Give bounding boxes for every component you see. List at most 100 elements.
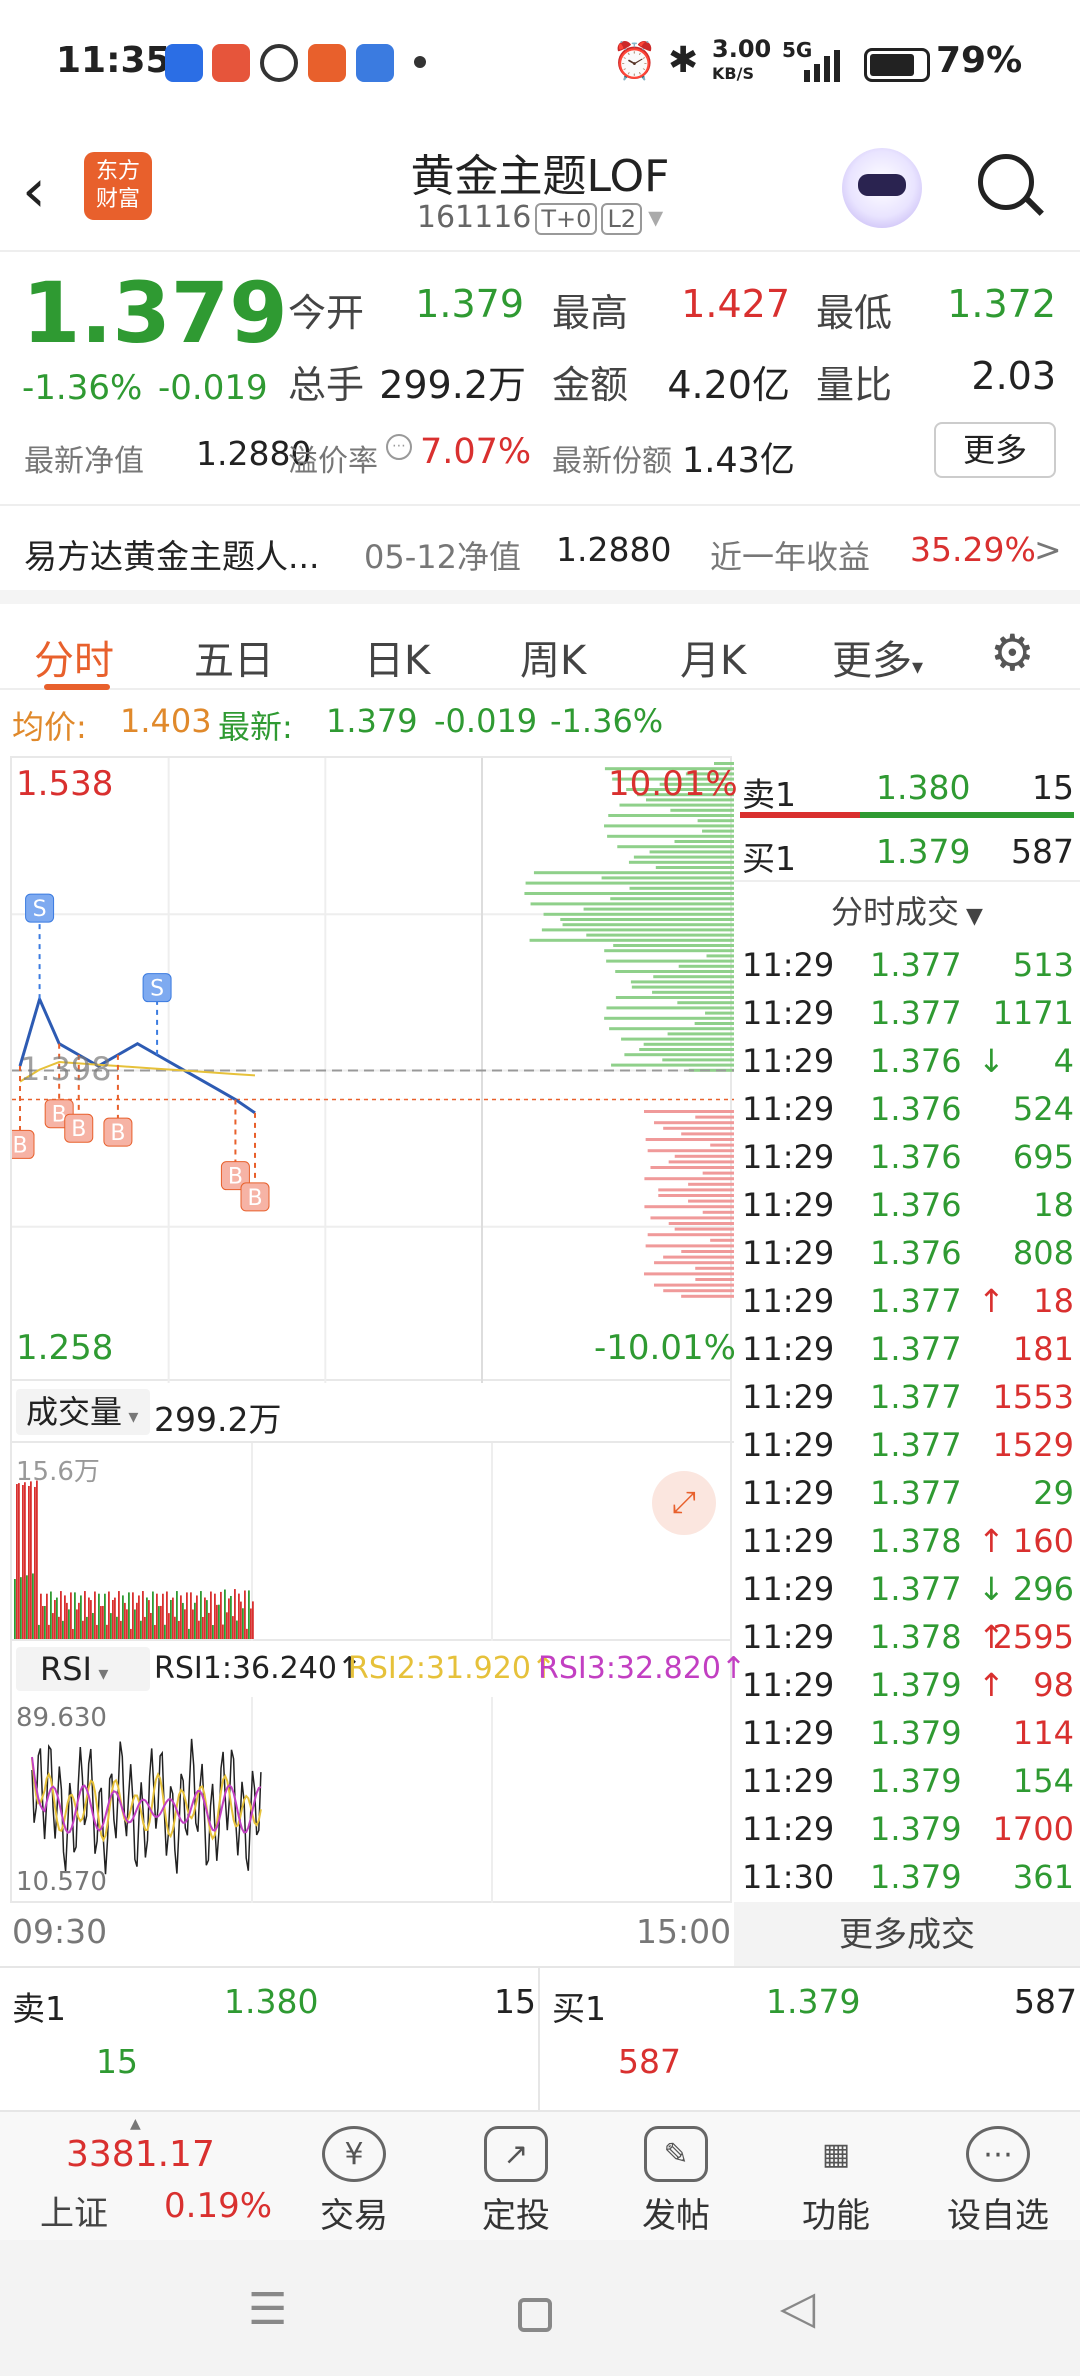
depth-bar xyxy=(662,1058,734,1062)
volume-bar xyxy=(120,1620,122,1639)
depth-bar xyxy=(607,834,734,838)
tick-direction-icon: ↓ xyxy=(978,1570,1005,1608)
tick-price: 1.376 xyxy=(870,1234,962,1272)
volume-bar xyxy=(200,1591,202,1639)
volume-bar xyxy=(82,1620,84,1639)
depth-bar xyxy=(663,1289,734,1293)
volume-bar xyxy=(238,1593,240,1639)
tick-row: 11:29 1.377 181 xyxy=(734,1324,1080,1372)
pct-max-label: 10.01% xyxy=(608,764,738,804)
y-min-label: 1.258 xyxy=(16,1328,114,1368)
depth-bar xyxy=(529,938,734,942)
tab-more[interactable]: 更多▾ xyxy=(832,628,923,686)
depth-bar xyxy=(678,964,734,968)
volume-bar xyxy=(164,1624,166,1639)
back-nav-icon[interactable]: ◁ xyxy=(780,2280,815,2334)
premium-label: 溢价率 xyxy=(288,444,378,479)
tab-day-k[interactable]: 日K xyxy=(364,628,430,686)
nav-invest[interactable]: ↗ 定投 xyxy=(436,2112,596,2237)
volume-bar xyxy=(172,1597,174,1639)
depth-bar xyxy=(681,1294,734,1298)
depth-bar xyxy=(644,1205,734,1209)
tick-volume: 1700 xyxy=(992,1810,1074,1848)
volume-bar xyxy=(206,1600,208,1639)
home-icon[interactable] xyxy=(518,2298,552,2332)
volume-bar xyxy=(244,1590,246,1639)
tick-row: 11:29 1.376 ↓ 4 xyxy=(734,1036,1080,1084)
expand-icon[interactable]: ⤢ xyxy=(652,1471,716,1535)
volume-bar xyxy=(130,1628,132,1639)
last-value: 1.379 xyxy=(326,702,418,740)
depth-bar xyxy=(695,1278,734,1281)
tab-month-k[interactable]: 月K xyxy=(680,628,746,686)
premium-value: 7.07% xyxy=(420,432,532,472)
settings-gear-icon[interactable]: ⚙ xyxy=(990,624,1035,682)
volume-total: 299.2万 xyxy=(154,1400,282,1439)
rsi-select[interactable]: RSI ▾ xyxy=(16,1647,150,1691)
depth-bar xyxy=(543,912,734,916)
tab-week-k[interactable]: 周K xyxy=(520,628,586,686)
trade-marker-label: B xyxy=(247,1186,262,1211)
tick-price: 1.377 xyxy=(870,946,962,984)
tick-time: 11:29 xyxy=(742,1330,835,1368)
depth-bar xyxy=(533,871,734,875)
depth-bar xyxy=(654,1121,734,1125)
tick-volume: 181 xyxy=(1012,1330,1074,1368)
volume-bar xyxy=(118,1591,120,1639)
more-button[interactable]: 更多 xyxy=(934,422,1056,478)
nav-trade[interactable]: ¥ 交易 xyxy=(274,2112,434,2237)
depth-bar xyxy=(639,1048,734,1051)
more-trades-button[interactable]: 更多成交 xyxy=(734,1902,1080,1968)
more-dot-icon xyxy=(414,56,426,68)
tick-price: 1.376 xyxy=(870,1138,962,1176)
volume-bar xyxy=(60,1591,62,1639)
ask-row: 卖1 1.380 15 xyxy=(734,756,1080,818)
intraday-chart[interactable]: BBBBBBSS 1.538 10.01% 1.398 1.258 -10.01… xyxy=(10,756,738,1383)
tick-row: 11:29 1.377 1553 xyxy=(734,1372,1080,1420)
tick-time: 11:29 xyxy=(742,1186,835,1224)
nav-post[interactable]: ✎ 发帖 xyxy=(596,2112,756,2237)
bottom-bid-price: 1.379 xyxy=(766,1982,861,2021)
divider xyxy=(0,504,1080,506)
depth-bar xyxy=(604,949,734,953)
depth-bar xyxy=(541,928,734,932)
volume-bar xyxy=(160,1605,162,1639)
ratio-value: 2.03 xyxy=(971,354,1056,398)
tab-five-day[interactable]: 五日 xyxy=(194,628,274,686)
tick-row: 11:29 1.376 524 xyxy=(734,1084,1080,1132)
tick-row: 11:29 1.379 1700 xyxy=(734,1804,1080,1852)
rsi-panel: RSI ▾ RSI1:36.240↑ RSI2:31.920↑ RSI3:32.… xyxy=(10,1641,746,1903)
last-price: 1.379 xyxy=(22,264,288,362)
volume-bar xyxy=(16,1484,18,1639)
tick-direction-icon: ↓ xyxy=(978,1042,1005,1080)
depth-bar xyxy=(649,850,734,854)
tab-intraday[interactable]: 分时 xyxy=(34,628,114,686)
depth-bar xyxy=(677,1001,734,1005)
last-label: 最新: xyxy=(218,708,293,746)
nav-watchlist[interactable]: ⋯ 设自选 xyxy=(918,2112,1078,2237)
info-icon[interactable]: ⋯ xyxy=(386,434,412,460)
volume-bar xyxy=(250,1608,252,1639)
alipay-icon xyxy=(165,44,203,82)
trade-marker-label: S xyxy=(33,897,47,922)
robot-assistant-icon[interactable] xyxy=(842,148,922,228)
volume-bar xyxy=(46,1593,48,1639)
bottom-order-book: 卖1 1.380 15 15 买1 1.379 587 587 xyxy=(0,1966,1080,2112)
volume-bar xyxy=(32,1573,34,1639)
indicator-select[interactable]: 成交量 ▾ xyxy=(16,1389,150,1435)
nav-functions[interactable]: ▦ 功能 xyxy=(756,2112,916,2237)
search-icon[interactable] xyxy=(978,154,1044,216)
tick-row: 11:29 1.379 154 xyxy=(734,1756,1080,1804)
menu-icon[interactable]: ☰ xyxy=(248,2284,287,2335)
volume-bar xyxy=(128,1592,130,1639)
amount-label: 金额 xyxy=(552,363,629,407)
rsi-max-label: 89.630 xyxy=(16,1703,107,1733)
ticks-title[interactable]: 分时成交 ▼ xyxy=(734,884,1080,940)
depth-bar xyxy=(562,923,734,927)
index-ticker[interactable]: ▲ 3381.17 上证 0.19% xyxy=(0,2112,272,2242)
tick-price: 1.377 xyxy=(870,1330,962,1368)
depth-bar xyxy=(674,1154,734,1158)
rsi3-value: RSI3:32.820↑ xyxy=(538,1651,747,1686)
fund-info-bar[interactable]: 易方达黄金主题人... 05-12净值 1.2880 近一年收益 35.29% … xyxy=(0,508,1080,590)
volume-bar xyxy=(180,1595,182,1639)
